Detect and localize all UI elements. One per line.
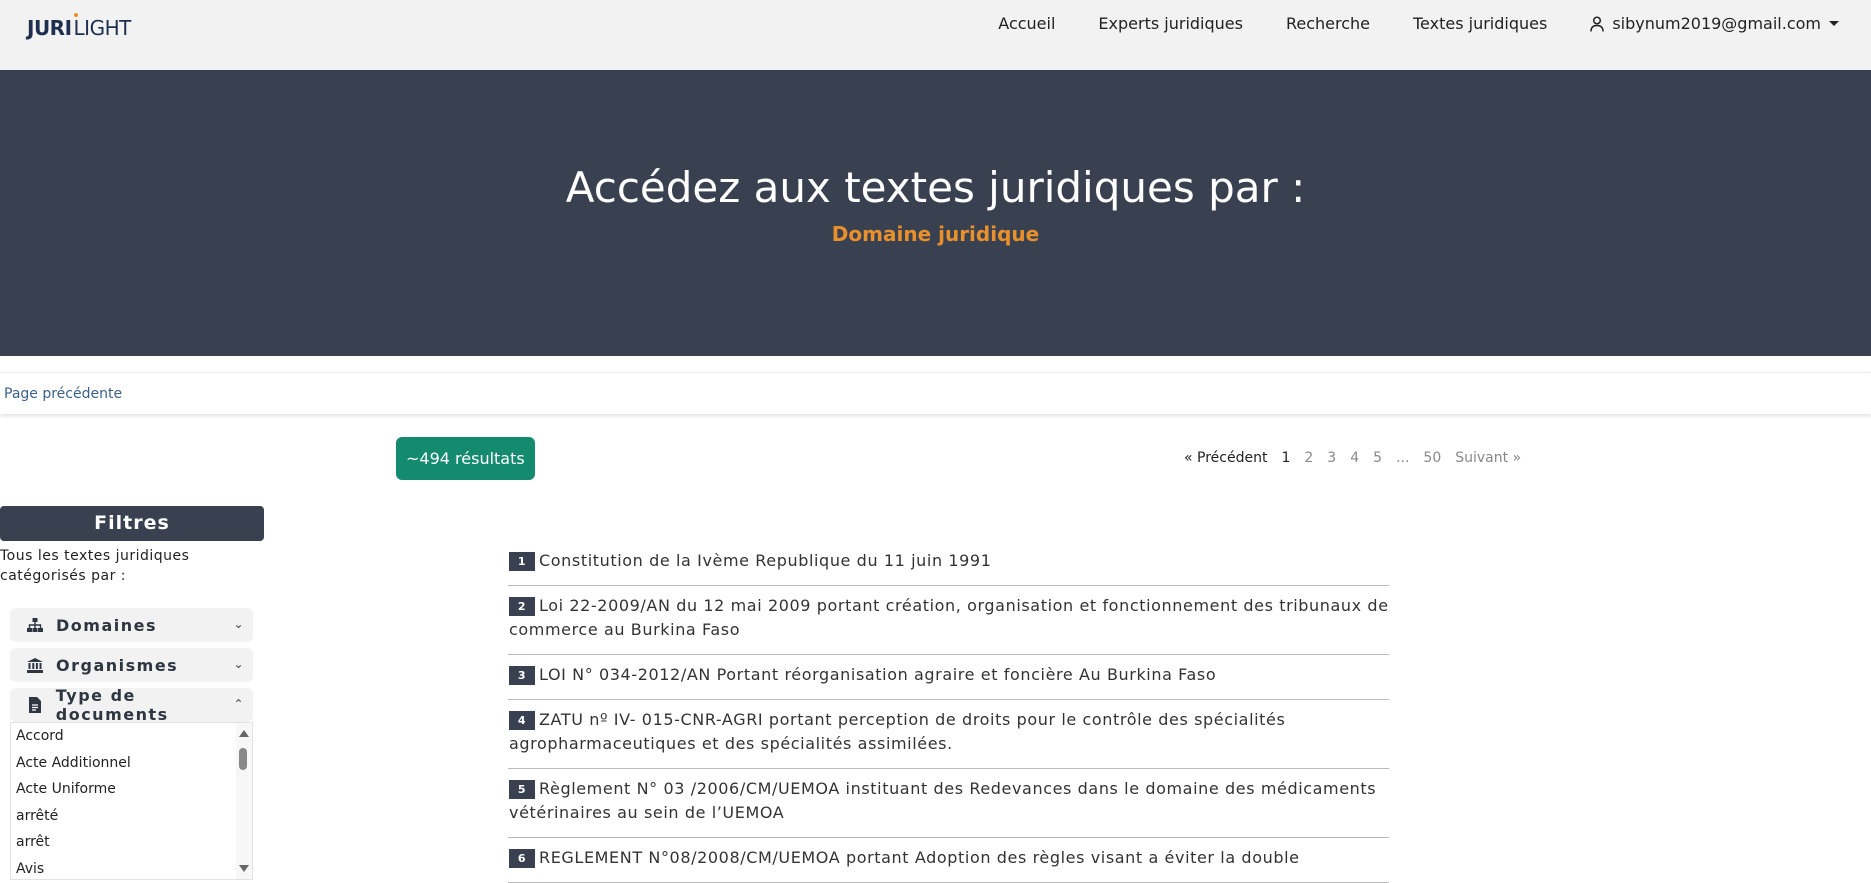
back-bar: Page précédente <box>0 372 1871 414</box>
filters-description: Tous les textes juridiques catégorisés p… <box>0 548 190 584</box>
pagination-page-1[interactable]: 1 <box>1281 450 1290 466</box>
caret-down-icon <box>1829 21 1839 26</box>
result-item[interactable]: 2 Loi 22-2009/AN du 12 mai 2009 portant c… <box>508 586 1389 655</box>
pagination: « Précédent 1 2 3 4 5 ... 50 Suivant » <box>1184 450 1521 466</box>
document-icon <box>26 696 44 714</box>
result-number: 6 <box>509 849 535 868</box>
result-title[interactable]: LOI N° 034-2012/AN Portant réorganisatio… <box>539 665 1216 684</box>
nav-link-accueil[interactable]: Accueil <box>998 14 1055 33</box>
doc-type-item[interactable]: Acte Additionnel <box>11 750 252 777</box>
logo-part-light: LIGHT <box>73 16 132 40</box>
pagination-page-3[interactable]: 3 <box>1327 450 1336 466</box>
result-title[interactable]: ZATU nº IV- 015-CNR-AGRI portant percept… <box>509 710 1285 753</box>
result-title[interactable]: Loi 22-2009/AN du 12 mai 2009 portant cr… <box>509 596 1389 639</box>
pagination-ellipsis: ... <box>1396 450 1410 466</box>
user-icon <box>1590 15 1605 32</box>
result-item[interactable]: 1 Constitution de la Ivème Republique du … <box>508 541 1389 586</box>
user-email: sibynum2019@gmail.com <box>1612 14 1821 33</box>
doc-type-item[interactable]: Acte Uniforme <box>11 776 252 803</box>
nav-link-recherche[interactable]: Recherche <box>1286 14 1370 33</box>
facet-label-organismes: Organismes <box>56 655 179 675</box>
pagination-page-2[interactable]: 2 <box>1304 450 1313 466</box>
result-item[interactable]: 3 LOI N° 034-2012/AN Portant réorganisati… <box>508 655 1389 700</box>
chevron-down-icon: ⌄ <box>233 617 245 631</box>
pagination-prev[interactable]: « Précédent <box>1184 450 1267 466</box>
back-link[interactable]: Page précédente <box>4 386 122 402</box>
facet-label-type-documents: Type de documents <box>55 686 169 724</box>
doc-type-item[interactable]: arrêté <box>11 803 252 830</box>
nav-link-textes[interactable]: Textes juridiques <box>1413 14 1547 33</box>
result-number: 4 <box>509 711 535 730</box>
facet-label-domaines: Domaines <box>56 615 157 635</box>
site-logo[interactable]: JURI LIGHT <box>27 13 132 40</box>
result-number: 3 <box>509 666 535 685</box>
doc-type-item[interactable]: arrêt <box>11 829 252 856</box>
nav-link-experts[interactable]: Experts juridiques <box>1098 14 1243 33</box>
user-menu[interactable]: sibynum2019@gmail.com <box>1590 14 1839 33</box>
results-count-badge: ~494 résultats <box>396 437 535 480</box>
result-item[interactable]: 4 ZATU nº IV- 015-CNR-AGRI portant percep… <box>508 700 1389 769</box>
scroll-up-icon[interactable] <box>239 730 249 737</box>
results-list: 1 Constitution de la Ivème Republique du … <box>508 541 1389 883</box>
hero-subtitle: Domaine juridique <box>831 222 1040 246</box>
doc-list-scrollbar[interactable] <box>236 723 252 879</box>
filters-heading: Filtres <box>0 506 264 541</box>
doc-type-item[interactable]: Accord <box>11 723 252 750</box>
pagination-page-4[interactable]: 4 <box>1350 450 1359 466</box>
scrollbar-thumb[interactable] <box>239 748 247 770</box>
doc-type-item[interactable]: Avis <box>11 856 252 880</box>
result-title[interactable]: Constitution de la Ivème Republique du 1… <box>539 551 992 570</box>
result-title[interactable]: Règlement N° 03 /2006/CM/UEMOA instituan… <box>509 779 1376 822</box>
sitemap-icon <box>26 616 44 634</box>
chevron-down-icon: ⌄ <box>233 657 245 671</box>
result-item[interactable]: 6 REGLEMENT N°08/2008/CM/UEMOA portant Ad… <box>508 838 1389 883</box>
facet-domaines[interactable]: Domaines ⌄ <box>10 608 253 642</box>
hero-title: Accédez aux textes juridiques par : <box>565 163 1306 212</box>
pagination-next[interactable]: Suivant » <box>1455 450 1521 466</box>
chevron-up-icon: ⌃ <box>233 697 245 711</box>
institution-icon <box>26 656 44 674</box>
logo-part-juri: JURI <box>27 16 72 40</box>
result-number: 2 <box>509 597 535 616</box>
result-title[interactable]: REGLEMENT N°08/2008/CM/UEMOA portant Ado… <box>539 848 1300 867</box>
logo-dot <box>74 13 78 17</box>
facet-type-documents[interactable]: Type de documents ⌃ <box>10 686 253 724</box>
top-navbar: JURI LIGHT Accueil Experts juridiques Rec… <box>0 0 1871 70</box>
scroll-down-icon[interactable] <box>239 865 249 872</box>
nav-links: Accueil Experts juridiques Recherche Tex… <box>955 14 1839 33</box>
doc-type-list[interactable]: Accord Acte Additionnel Acte Uniforme ar… <box>10 722 253 880</box>
pagination-page-5[interactable]: 5 <box>1373 450 1382 466</box>
pagination-page-50[interactable]: 50 <box>1423 450 1441 466</box>
hero-banner: Accédez aux textes juridiques par : Doma… <box>0 70 1871 356</box>
result-number: 5 <box>509 780 535 799</box>
result-number: 1 <box>509 552 535 571</box>
result-item[interactable]: 5 Règlement N° 03 /2006/CM/UEMOA institua… <box>508 769 1389 838</box>
facet-organismes[interactable]: Organismes ⌄ <box>10 648 253 682</box>
